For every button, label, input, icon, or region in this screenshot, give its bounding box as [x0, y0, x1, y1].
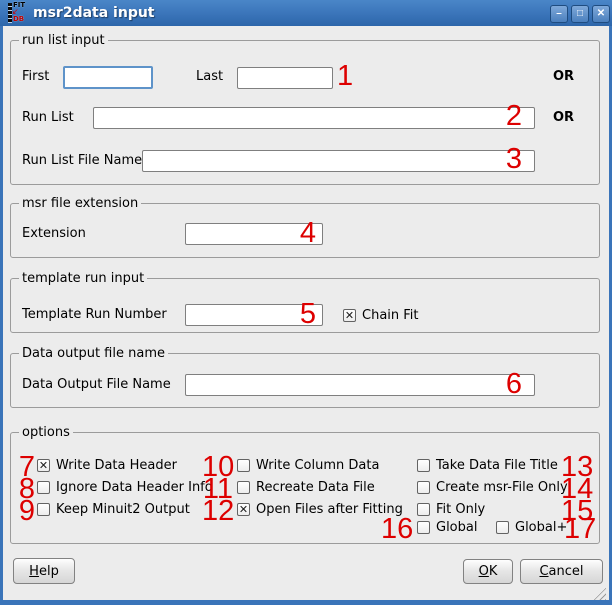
window-title: msr2data input — [33, 0, 155, 26]
or-label-1: OR — [553, 66, 574, 88]
minimize-icon: – — [556, 8, 562, 19]
group-title-msr-file-extension: msr file extension — [19, 196, 141, 211]
cancel-button[interactable]: Cancel — [520, 559, 603, 584]
checkmark-icon: ✕ — [239, 504, 248, 515]
group-title-run-list-input: run list input — [19, 33, 108, 48]
close-icon: ✕ — [597, 8, 605, 19]
checkmark-icon: ✕ — [345, 310, 354, 321]
take-data-file-title-label[interactable]: Take Data File Title — [436, 458, 558, 473]
recreate-data-file-label[interactable]: Recreate Data File — [256, 480, 375, 495]
annotation-6: 6 — [498, 370, 522, 398]
group-title-options: options — [19, 425, 73, 440]
last-label: Last — [196, 66, 223, 88]
annotation-1: 1 — [337, 62, 353, 90]
icon-db-text: DB — [13, 16, 24, 23]
maximize-button[interactable]: □ — [571, 5, 589, 23]
fit-only-checkbox[interactable] — [417, 503, 430, 516]
annotation-17: 17 — [564, 515, 594, 543]
write-column-data-label[interactable]: Write Column Data — [256, 458, 379, 473]
recreate-data-file-checkbox[interactable] — [237, 481, 250, 494]
group-title-data-output-file-name: Data output file name — [19, 346, 168, 361]
ignore-data-header-info-label[interactable]: Ignore Data Header Info — [56, 480, 213, 495]
annotation-12: 12 — [202, 497, 233, 525]
first-run-input[interactable] — [63, 66, 153, 89]
annotation-5: 5 — [292, 300, 316, 328]
fit-only-label[interactable]: Fit Only — [436, 502, 485, 517]
ok-button-label: OK — [479, 564, 498, 579]
cancel-button-label: Cancel — [539, 564, 583, 579]
global-plus-label[interactable]: Global+ — [515, 520, 567, 535]
chain-fit-checkbox[interactable]: ✕ — [343, 309, 356, 322]
take-data-file-title-checkbox[interactable] — [417, 459, 430, 472]
create-msr-file-only-checkbox[interactable] — [417, 481, 430, 494]
first-label: First — [22, 66, 49, 88]
run-list-file-name-input[interactable] — [142, 150, 535, 172]
global-checkbox[interactable] — [417, 521, 430, 534]
or-label-2: OR — [553, 107, 574, 129]
close-button[interactable]: ✕ — [592, 5, 610, 23]
data-output-file-name-input[interactable] — [185, 374, 535, 396]
global-plus-checkbox[interactable] — [496, 521, 509, 534]
chain-fit-label[interactable]: Chain Fit — [362, 308, 419, 323]
write-column-data-checkbox[interactable] — [237, 459, 250, 472]
help-button[interactable]: Help — [13, 558, 75, 584]
msr2data-dialog: FIT ↙ DB msr2data input – □ ✕ run list i… — [0, 0, 612, 605]
open-files-after-fitting-checkbox[interactable]: ✕ — [237, 503, 250, 516]
template-run-number-label: Template Run Number — [22, 304, 167, 326]
annotation-4: 4 — [292, 219, 316, 247]
run-list-file-name-label: Run List File Name — [22, 150, 142, 172]
last-run-input[interactable] — [237, 67, 333, 89]
global-label[interactable]: Global — [436, 520, 477, 535]
write-data-header-label[interactable]: Write Data Header — [56, 458, 177, 473]
help-button-label: Help — [29, 564, 59, 579]
annotation-16: 16 — [381, 515, 409, 543]
data-output-file-name-label: Data Output File Name — [22, 374, 171, 396]
ignore-data-header-info-checkbox[interactable] — [37, 481, 50, 494]
ok-button[interactable]: OK — [463, 559, 513, 584]
group-title-template-run-input: template run input — [19, 271, 147, 286]
title-bar[interactable]: FIT ↙ DB msr2data input – □ ✕ — [0, 0, 612, 26]
minimize-button[interactable]: – — [550, 5, 568, 23]
write-data-header-checkbox[interactable]: ✕ — [37, 459, 50, 472]
annotation-2: 2 — [498, 102, 522, 130]
app-icon: FIT ↙ DB — [8, 2, 28, 24]
run-list-input[interactable] — [93, 107, 535, 129]
annotation-9: 9 — [18, 497, 35, 525]
keep-minuit2-output-checkbox[interactable] — [37, 503, 50, 516]
create-msr-file-only-label[interactable]: Create msr-File Only — [436, 480, 568, 495]
run-list-label: Run List — [22, 107, 74, 129]
maximize-icon: □ — [577, 8, 583, 19]
keep-minuit2-output-label[interactable]: Keep Minuit2 Output — [56, 502, 190, 517]
extension-label: Extension — [22, 223, 86, 245]
checkmark-icon: ✕ — [39, 460, 48, 471]
annotation-3: 3 — [498, 145, 522, 173]
